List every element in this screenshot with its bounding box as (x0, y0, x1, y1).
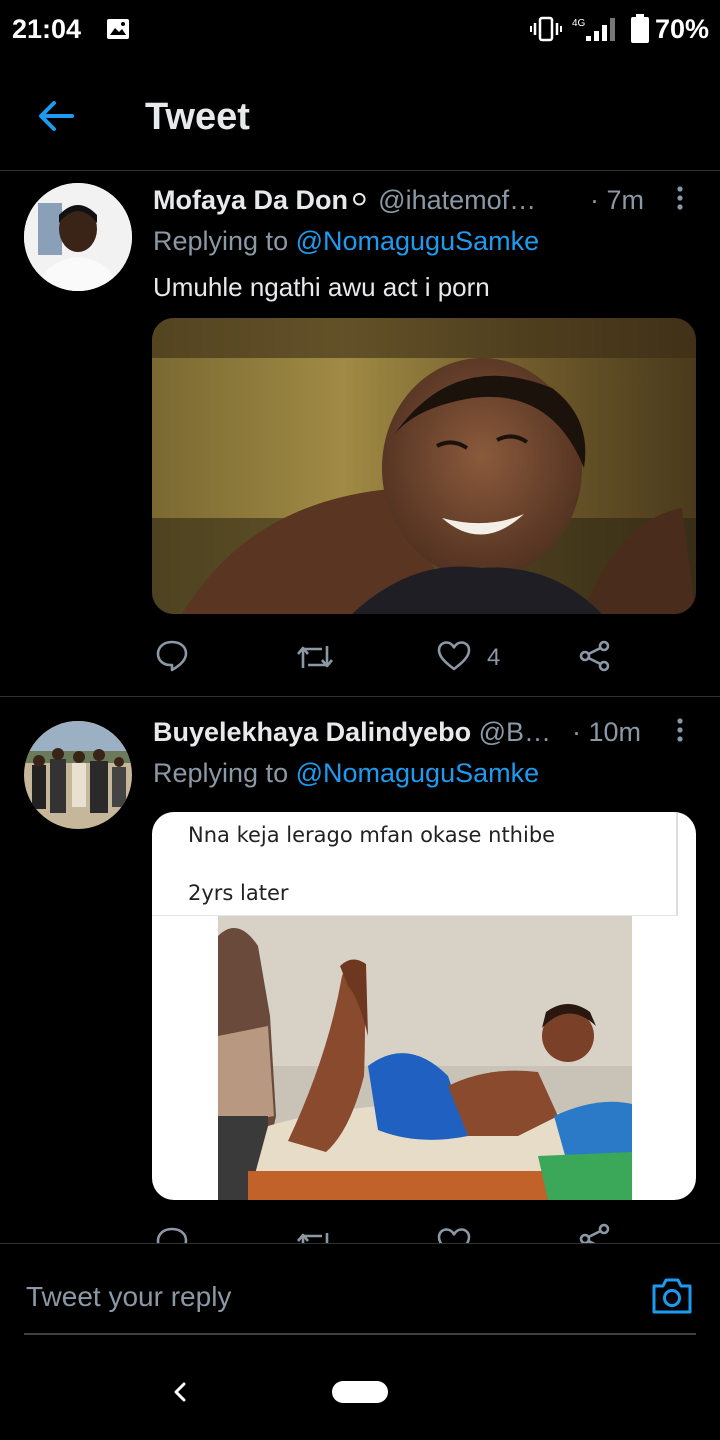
retweet-icon[interactable] (296, 1227, 334, 1243)
reply-input-underline (24, 1333, 696, 1335)
mention-link[interactable]: @NomaguguSamke (296, 758, 540, 788)
meme-caption-line-1: Nna keja lerago mfan okase nthibe (188, 823, 556, 847)
reply-icon[interactable] (155, 638, 189, 672)
share-icon[interactable] (579, 640, 611, 672)
page-title: Tweet (145, 96, 250, 138)
gallery-icon (107, 19, 129, 39)
vibrate-icon (530, 16, 562, 42)
svg-text:4G: 4G (572, 18, 586, 29)
more-vertical-icon[interactable] (670, 716, 690, 746)
more-vertical-icon[interactable] (670, 184, 690, 214)
like-icon[interactable] (437, 640, 471, 672)
home-pill-button[interactable] (332, 1381, 388, 1403)
replying-to-label: Replying to (153, 758, 296, 788)
replying-to: Replying to @NomaguguSamke (153, 226, 539, 257)
author-name[interactable]: Buyelekhaya Dalindyebo (153, 717, 471, 747)
like-icon[interactable] (437, 1227, 471, 1243)
author-handle[interactable]: @ihatemof… (378, 185, 536, 215)
reply-icon[interactable] (155, 1225, 189, 1243)
battery-percentage: 70% (655, 14, 710, 44)
signal-icon: 4G (572, 18, 615, 41)
tweet-2[interactable]: Buyelekhaya Dalindyebo @B… · 10m Replyin… (0, 697, 720, 1243)
replying-to: Replying to @NomaguguSamke (153, 758, 539, 789)
avatar-image (24, 183, 132, 291)
replying-to-label: Replying to (153, 226, 296, 256)
like-count: 4 (487, 644, 501, 671)
avatar[interactable] (24, 183, 132, 291)
tweet-text: Umuhle ngathi awu act i porn (153, 272, 490, 302)
media-image (152, 318, 696, 614)
tweet-time: · 10m (572, 717, 642, 747)
arrow-left-icon[interactable] (30, 92, 82, 140)
tweet-1[interactable]: Mofaya Da Don⚪ @ihatemof… · 7m Replying … (0, 171, 720, 696)
tweet-time: · 7m (590, 185, 644, 215)
system-navigation-bar (0, 1353, 720, 1440)
status-bar: 21:04 4G 70% (0, 0, 720, 62)
header: Tweet (0, 62, 720, 171)
author-name[interactable]: Mofaya Da Don⚪ (153, 185, 371, 215)
share-icon[interactable] (579, 1223, 611, 1243)
meme-photo (218, 916, 632, 1200)
author-handle[interactable]: @B… (479, 717, 551, 747)
mention-link[interactable]: @NomaguguSamke (296, 226, 540, 256)
status-time: 21:04 (12, 14, 82, 44)
meme-caption-line-2: 2yrs later (188, 881, 289, 905)
tweet-media[interactable] (152, 318, 696, 614)
avatar[interactable] (24, 721, 132, 829)
author-line: Buyelekhaya Dalindyebo @B… (153, 717, 551, 748)
reply-bar (0, 1243, 720, 1354)
retweet-icon[interactable] (296, 640, 334, 674)
avatar-image (24, 721, 132, 829)
battery-icon (631, 14, 649, 43)
reply-input[interactable] (24, 1276, 628, 1318)
author-line: Mofaya Da Don⚪ @ihatemof… (153, 185, 536, 216)
camera-icon[interactable] (650, 1274, 694, 1318)
tweet-media[interactable]: Nna keja lerago mfan okase nthibe 2yrs l… (152, 812, 696, 1200)
chevron-left-icon[interactable] (168, 1377, 192, 1407)
